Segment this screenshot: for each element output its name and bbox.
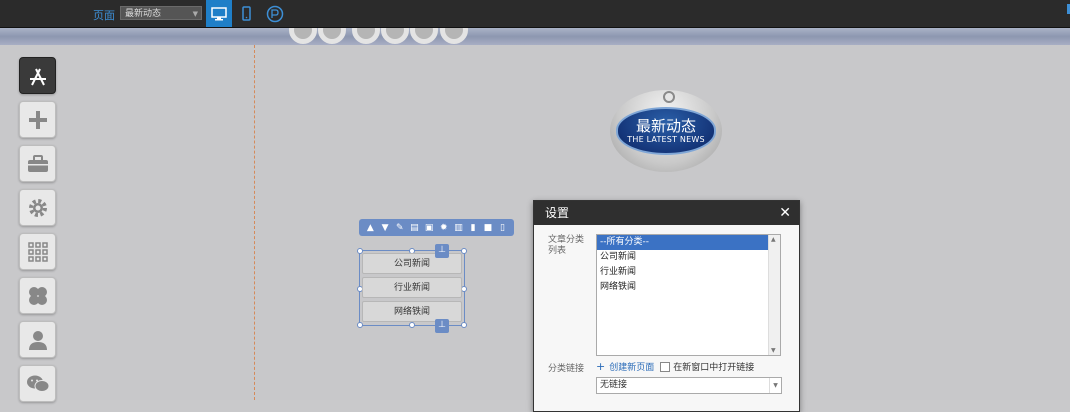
themes-button[interactable] — [19, 277, 56, 314]
plus-icon — [28, 110, 47, 129]
toolkit-button[interactable] — [19, 145, 56, 182]
header-banner — [0, 28, 1070, 45]
anchor-icon[interactable]: ⊥ — [435, 319, 449, 333]
plus-icon[interactable]: + — [596, 360, 605, 373]
category-option[interactable]: 行业新闻 — [597, 265, 780, 280]
new-window-label: 在新窗口中打开链接 — [673, 363, 755, 373]
module-toolbar: ▲ ▼ ✎ ▤ ▣ ✹ ▥ ▮ ■ ▯ — [359, 219, 514, 236]
banner-gear-icon — [318, 28, 346, 44]
mobile-icon — [241, 6, 251, 21]
list-scrollbar[interactable]: ▲ ▼ — [768, 235, 780, 355]
new-window-checkbox[interactable] — [660, 361, 671, 372]
page-select[interactable]: 最新动态 ▼ — [120, 6, 202, 20]
edit-icon[interactable]: ✎ — [395, 223, 405, 233]
desktop-view-button[interactable] — [206, 0, 232, 27]
account-button[interactable] — [19, 321, 56, 358]
grid-icon — [27, 241, 48, 262]
latest-news-badge: 最新动态 THE LATEST NEWS — [606, 86, 726, 172]
wechat-icon — [26, 375, 49, 392]
badge-title: 最新动态 — [635, 117, 696, 135]
page-select-value: 最新动态 — [125, 9, 162, 19]
banner-gear-icon — [410, 28, 438, 44]
link-select[interactable]: 无链接 ▼ — [596, 377, 782, 394]
close-icon[interactable]: ✕ — [779, 201, 791, 225]
gear-icon[interactable]: ✹ — [439, 223, 449, 233]
chevron-up-icon[interactable]: ▲ — [771, 236, 776, 243]
category-option[interactable]: 公司新闻 — [597, 250, 780, 265]
four-leaf-icon — [28, 286, 47, 305]
banner-gear-icon — [381, 28, 409, 44]
chevron-down-icon: ▼ — [192, 10, 198, 18]
category-option[interactable]: --所有分类-- — [597, 235, 780, 250]
link-select-value: 无链接 — [600, 380, 628, 390]
trash-icon[interactable]: ▯ — [498, 223, 508, 233]
top-bar: 页面 最新动态 ▼ — [0, 0, 1070, 28]
mobile-view-button[interactable] — [233, 0, 259, 27]
tool-sidebar — [19, 57, 57, 409]
page-label: 页面 — [93, 9, 115, 22]
desktop-icon — [211, 6, 227, 20]
chevron-up-icon[interactable]: ▲ — [365, 223, 375, 233]
lock-icon[interactable]: ■ — [483, 223, 493, 233]
settings-dialog: 设置 ✕ 文章分类列表 --所有分类-- 公司新闻 行业新闻 网络铁闻 ▲ ▼ … — [533, 200, 800, 412]
add-button[interactable] — [19, 101, 56, 138]
chevron-down-icon[interactable]: ▼ — [380, 223, 390, 233]
create-page-link[interactable]: 创建新页面 — [609, 360, 654, 373]
chevron-down-icon: ▼ — [769, 378, 781, 393]
banner-gear-icon — [289, 28, 317, 44]
resize-handle[interactable] — [461, 248, 467, 254]
app-store-icon — [29, 68, 46, 85]
link-options-row: + 创建新页面 在新窗口中打开链接 — [596, 360, 754, 373]
user-icon — [28, 330, 47, 350]
wp-view-button[interactable] — [262, 0, 288, 27]
guide-line — [254, 45, 255, 400]
anchor-icon[interactable]: ⊥ — [435, 244, 449, 258]
briefcase-icon — [27, 154, 48, 172]
category-link-label: 分类链接 — [548, 364, 585, 374]
category-module[interactable]: 公司新闻 行业新闻 网络铁闻 ⊥ ⊥ — [357, 244, 467, 333]
dialog-body: 文章分类列表 --所有分类-- 公司新闻 行业新闻 网络铁闻 ▲ ▼ 分类链接 … — [534, 225, 799, 411]
wechat-button[interactable] — [19, 365, 56, 402]
badge-subtitle: THE LATEST NEWS — [627, 135, 705, 144]
resize-handle[interactable] — [357, 322, 363, 328]
dialog-title: 设置 — [545, 206, 570, 220]
app-store-button[interactable] — [19, 57, 56, 94]
modules-button[interactable] — [19, 233, 56, 270]
banner-gear-icon — [352, 28, 380, 44]
category-button[interactable]: 行业新闻 — [362, 277, 462, 298]
category-list[interactable]: --所有分类-- 公司新闻 行业新闻 网络铁闻 ▲ ▼ — [596, 234, 781, 356]
wp-icon — [266, 5, 284, 22]
settings-button[interactable] — [19, 189, 56, 226]
resize-handle[interactable] — [409, 322, 415, 328]
banner-gear-icon — [440, 28, 468, 44]
link-page-icon[interactable]: ▣ — [424, 223, 434, 233]
columns-icon[interactable]: ▥ — [453, 223, 463, 233]
category-list-label: 文章分类列表 — [548, 235, 585, 256]
resize-handle[interactable] — [461, 322, 467, 328]
layout-icon[interactable]: ▤ — [409, 223, 419, 233]
dialog-header: 设置 ✕ — [534, 201, 799, 225]
category-option[interactable]: 网络铁闻 — [597, 280, 780, 295]
badge-eye-icon — [663, 91, 675, 103]
chevron-down-icon[interactable]: ▼ — [771, 347, 776, 354]
gear-icon — [28, 198, 47, 217]
chart-icon[interactable]: ▮ — [468, 223, 478, 233]
